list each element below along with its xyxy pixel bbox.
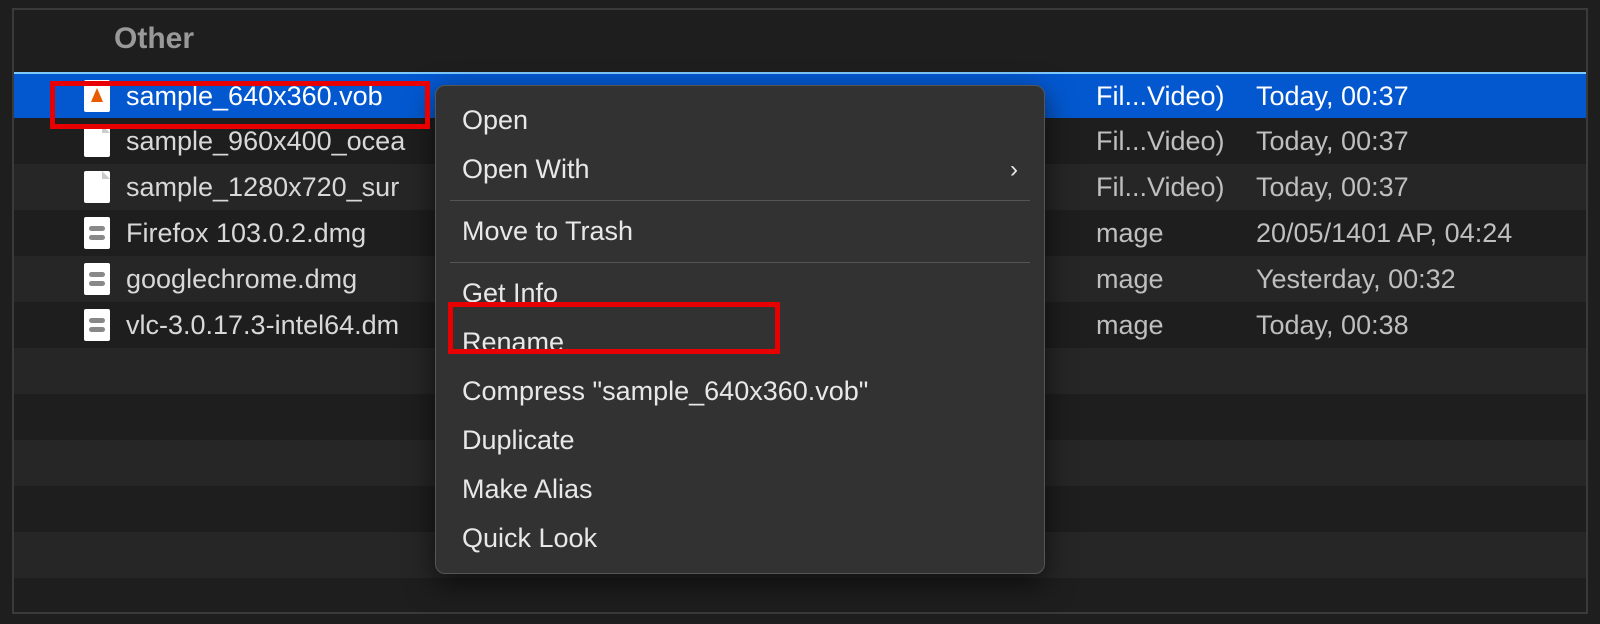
context-menu: Open Open With › Move to Trash Get Info …	[435, 85, 1045, 574]
menu-label: Get Info	[462, 278, 558, 309]
menu-quick-look[interactable]: Quick Look	[436, 514, 1044, 563]
menu-compress[interactable]: Compress "sample_640x360.vob"	[436, 367, 1044, 416]
file-date: Today, 00:37	[1256, 126, 1586, 157]
menu-label: Open With	[462, 154, 590, 185]
menu-get-info[interactable]: Get Info	[436, 269, 1044, 318]
menu-move-to-trash[interactable]: Move to Trash	[436, 207, 1044, 256]
generic-file-icon	[84, 125, 110, 157]
menu-label: Make Alias	[462, 474, 593, 505]
dmg-file-icon	[84, 309, 110, 341]
file-kind: mage	[1096, 310, 1256, 341]
file-date: Today, 00:37	[1256, 172, 1586, 203]
menu-label: Quick Look	[462, 523, 597, 554]
file-date: Yesterday, 00:32	[1256, 264, 1586, 295]
group-header-other: Other	[14, 10, 1586, 72]
menu-label: Open	[462, 105, 528, 136]
chevron-right-icon: ›	[1010, 156, 1018, 184]
file-kind: Fil...Video)	[1096, 126, 1256, 157]
dmg-file-icon	[84, 263, 110, 295]
file-date: 20/05/1401 AP, 04:24	[1256, 218, 1586, 249]
file-kind: Fil...Video)	[1096, 172, 1256, 203]
file-kind: Fil...Video)	[1096, 81, 1256, 112]
menu-label: Duplicate	[462, 425, 575, 456]
menu-label: Compress "sample_640x360.vob"	[462, 376, 868, 407]
vlc-file-icon	[84, 80, 110, 112]
menu-make-alias[interactable]: Make Alias	[436, 465, 1044, 514]
file-kind: mage	[1096, 264, 1256, 295]
menu-separator	[450, 200, 1030, 201]
empty-row	[14, 578, 1586, 624]
menu-open-with[interactable]: Open With ›	[436, 145, 1044, 194]
menu-label: Move to Trash	[462, 216, 633, 247]
menu-open[interactable]: Open	[436, 96, 1044, 145]
menu-duplicate[interactable]: Duplicate	[436, 416, 1044, 465]
menu-rename[interactable]: Rename	[436, 318, 1044, 367]
menu-separator	[450, 262, 1030, 263]
file-date: Today, 00:37	[1256, 81, 1586, 112]
generic-file-icon	[84, 171, 110, 203]
file-date: Today, 00:38	[1256, 310, 1586, 341]
dmg-file-icon	[84, 217, 110, 249]
menu-label: Rename	[462, 327, 564, 358]
file-kind: mage	[1096, 218, 1256, 249]
